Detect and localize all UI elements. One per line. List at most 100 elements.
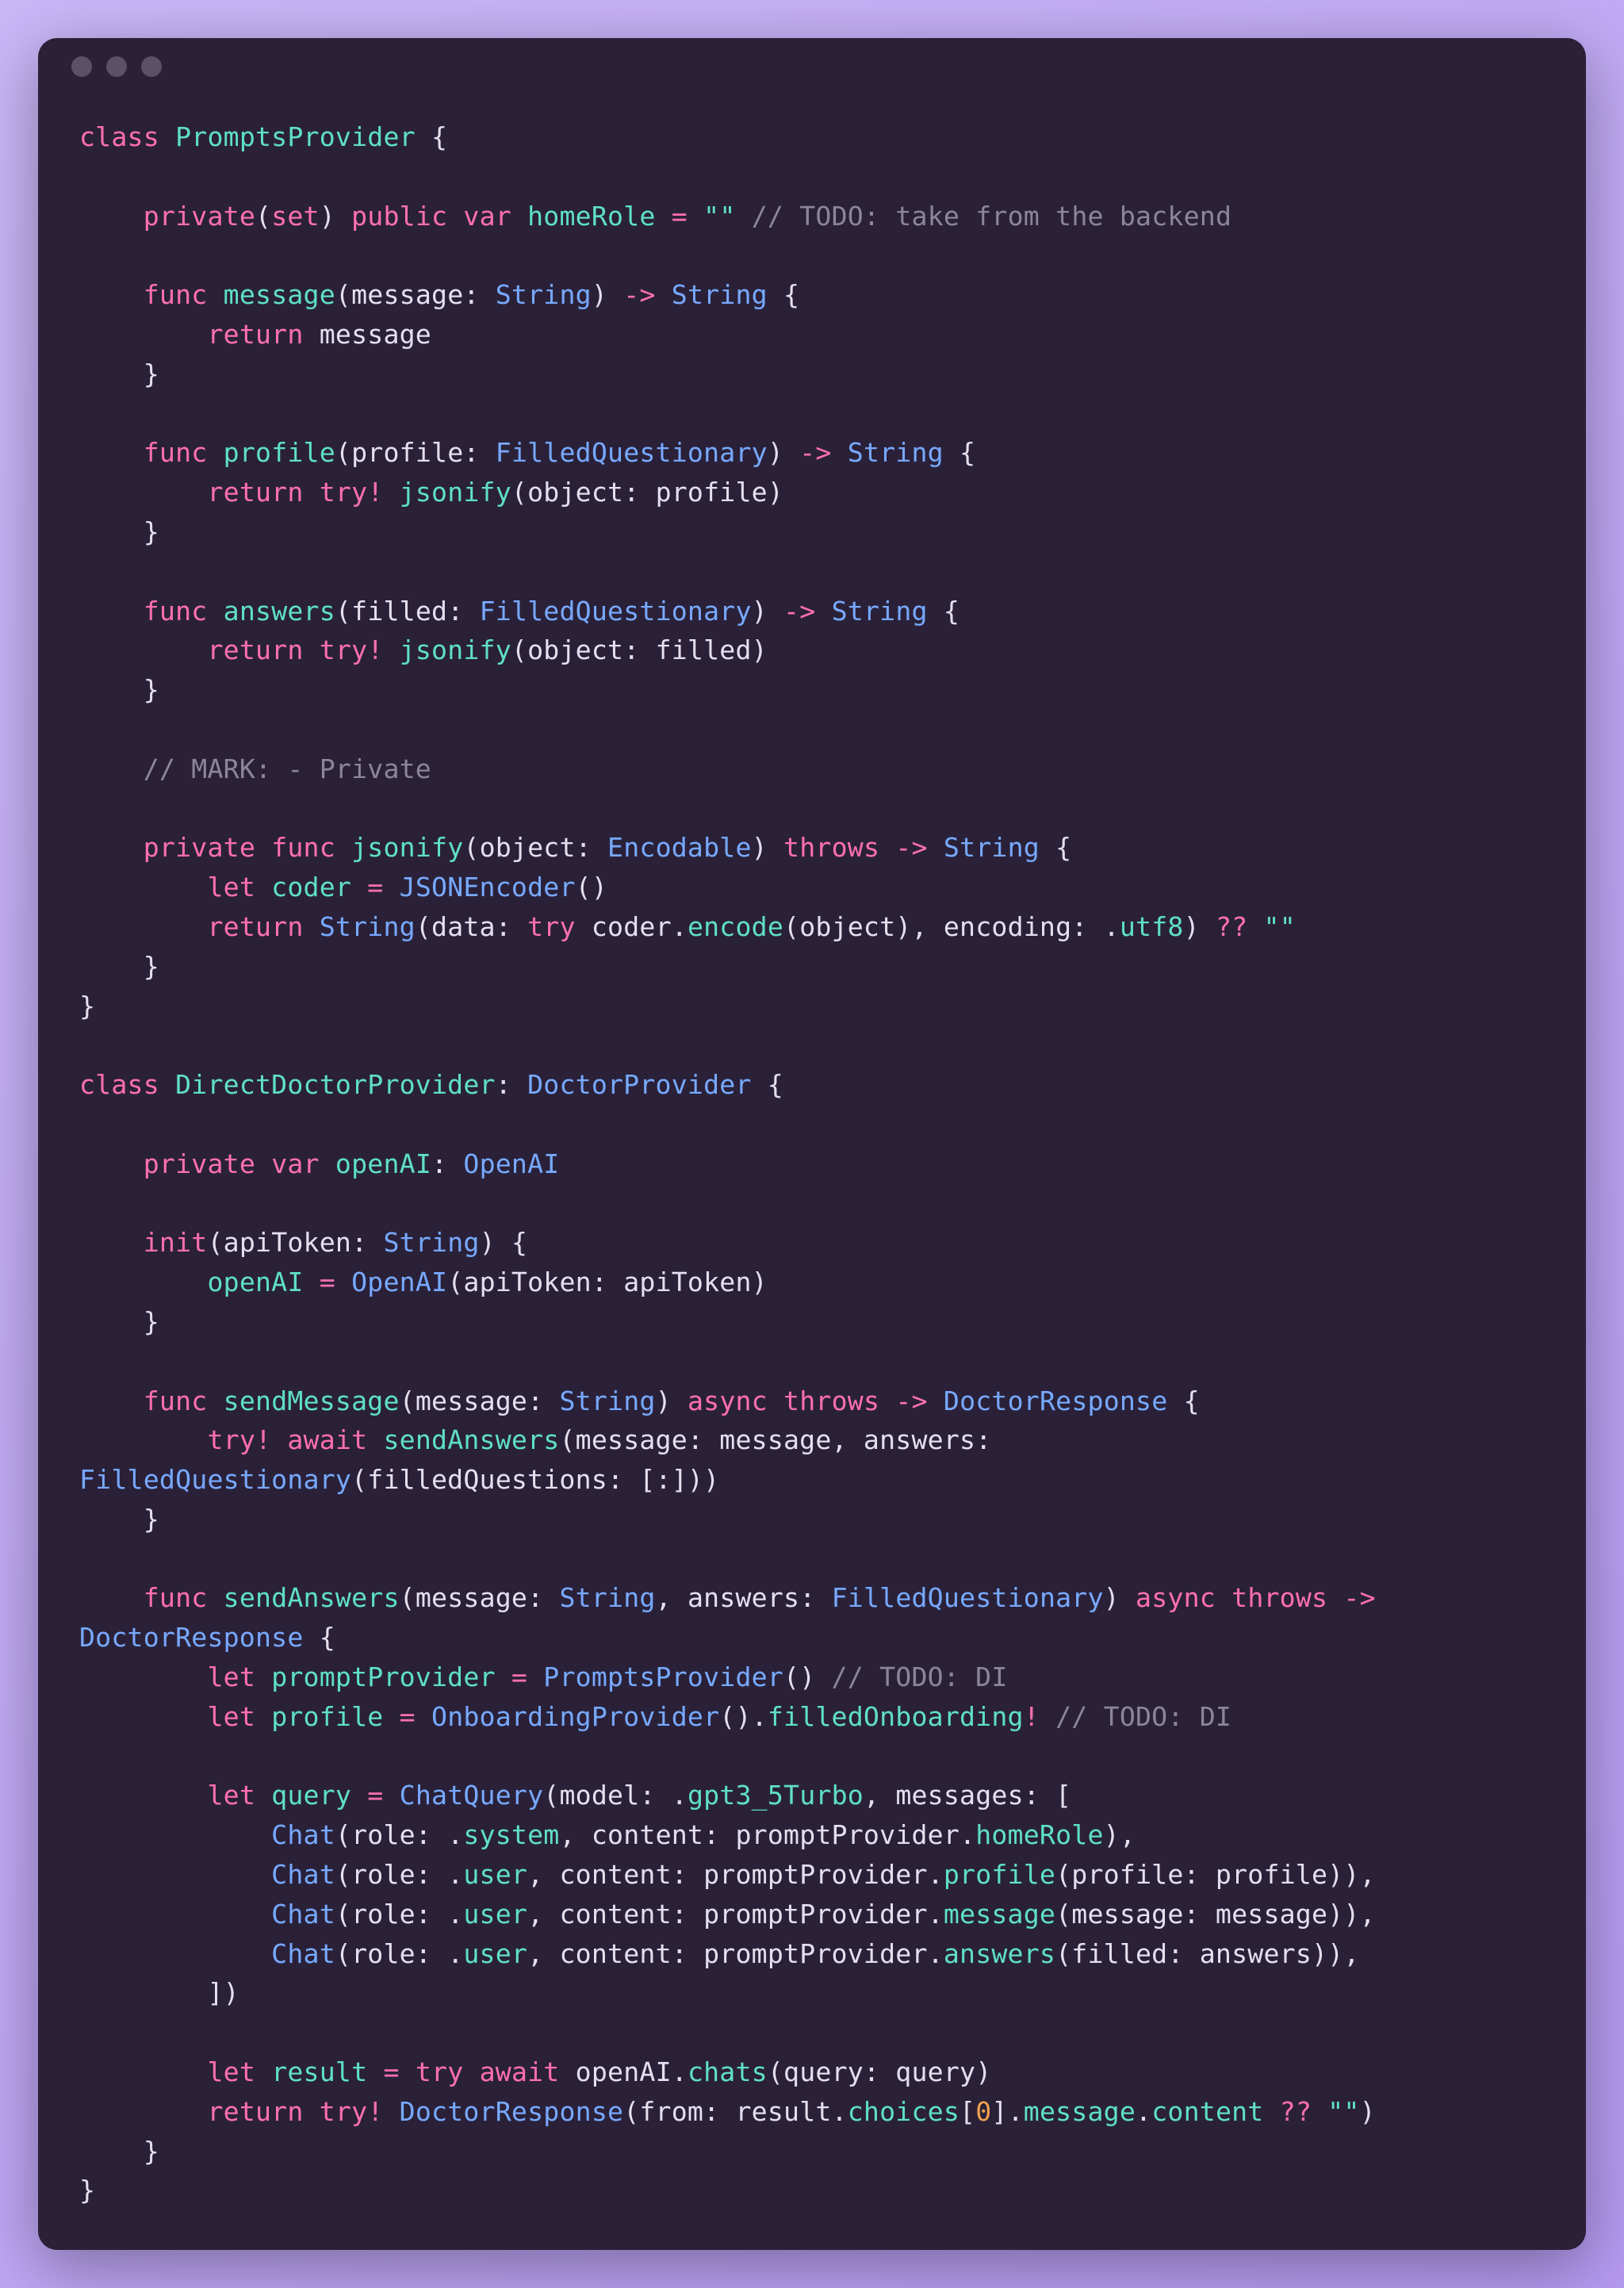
code-token: answers <box>224 596 335 627</box>
code-token: ( <box>447 1267 463 1297</box>
code-token: = <box>672 201 688 232</box>
code-token: var <box>463 201 511 232</box>
code-token <box>351 1780 367 1811</box>
code-token: // TODO: take from the backend <box>752 201 1231 232</box>
code-token: answers <box>864 1424 975 1455</box>
code-token: ?? <box>1280 2096 1312 2127</box>
window-titlebar <box>38 38 1586 95</box>
code-token: filledOnboarding <box>768 1701 1024 1732</box>
code-token: let <box>207 1661 255 1692</box>
code-token: : . <box>416 1938 464 1969</box>
code-token: ChatQuery <box>400 1780 544 1811</box>
code-token: func <box>144 596 208 627</box>
code-token: await <box>287 1424 367 1455</box>
code-token: : apiToken) <box>592 1267 768 1297</box>
code-token: : profile)), <box>1184 1859 1376 1890</box>
code-token <box>79 753 144 784</box>
close-icon[interactable] <box>71 56 92 77</box>
code-token: -> <box>895 832 927 863</box>
code-token: public <box>351 201 447 232</box>
code-token: async <box>688 1385 768 1416</box>
code-token: try <box>416 2056 464 2087</box>
code-token: { <box>416 121 447 152</box>
code-token <box>79 596 144 627</box>
code-token <box>1376 1582 1392 1613</box>
code-token: DoctorResponse <box>400 2096 624 2127</box>
code-token: ) <box>1360 2096 1376 2127</box>
code-token: PromptsProvider <box>543 1661 783 1692</box>
code-token <box>304 911 320 942</box>
code-token: ( <box>335 1859 351 1890</box>
code-token <box>335 832 351 863</box>
code-token: : . <box>416 1819 464 1850</box>
code-token: ( <box>335 437 351 468</box>
code-token: { <box>304 1622 335 1653</box>
code-token <box>367 2056 383 2087</box>
code-token: : <box>351 1227 383 1258</box>
code-token: ?? <box>1216 911 1247 942</box>
code-token: Chat <box>271 1859 335 1890</box>
code-token <box>271 1424 287 1455</box>
code-token: 0 <box>975 2096 991 2127</box>
code-editor-content[interactable]: class PromptsProvider { private(set) pub… <box>38 95 1586 2250</box>
code-token: func <box>271 832 335 863</box>
code-token <box>1327 1582 1343 1613</box>
code-token: user <box>463 1899 527 1930</box>
code-token: "" <box>1327 2096 1359 2127</box>
code-token <box>79 1819 271 1850</box>
code-token <box>255 872 271 903</box>
code-token: role <box>351 1938 416 1969</box>
code-token: String <box>559 1582 655 1613</box>
code-token: ( <box>416 911 431 942</box>
code-token: { <box>1167 1385 1199 1416</box>
code-token <box>879 832 895 863</box>
code-token: private <box>144 201 255 232</box>
code-token: user <box>463 1859 527 1890</box>
code-token <box>736 201 752 232</box>
code-token: Chat <box>271 1899 335 1930</box>
code-token: answers <box>688 1582 799 1613</box>
code-token <box>79 1899 271 1930</box>
code-token: role <box>351 1899 416 1930</box>
code-token: : <box>527 1385 559 1416</box>
code-token: ]) <box>79 1977 239 2008</box>
code-token: { <box>944 437 975 468</box>
code-token <box>159 1069 175 1100</box>
code-token <box>159 121 175 152</box>
code-token: jsonify <box>400 477 511 508</box>
code-token <box>207 437 223 468</box>
code-token: Chat <box>271 1819 335 1850</box>
code-token: } <box>79 1306 159 1337</box>
minimize-icon[interactable] <box>106 56 127 77</box>
code-token <box>79 437 144 468</box>
code-token: () <box>783 1661 832 1692</box>
code-token: ( <box>511 477 527 508</box>
code-token <box>383 872 399 903</box>
code-token: // MARK: - Private <box>144 753 431 784</box>
maximize-icon[interactable] <box>141 56 162 77</box>
code-token: role <box>351 1819 416 1850</box>
code-token: : promptProvider. <box>672 1899 944 1930</box>
code-token: ), <box>1104 1819 1136 1850</box>
code-token: let <box>207 1701 255 1732</box>
code-token: ( <box>351 1464 367 1495</box>
code-token: String <box>383 1227 479 1258</box>
code-token: , <box>864 1780 895 1811</box>
code-token: role <box>351 1859 416 1890</box>
code-token: ! <box>1024 1701 1040 1732</box>
code-token: message <box>576 1424 688 1455</box>
code-token <box>79 1780 207 1811</box>
code-token <box>511 201 527 232</box>
code-token <box>1263 2096 1279 2127</box>
code-token: sendAnswers <box>383 1424 559 1455</box>
code-token <box>79 911 207 942</box>
code-token: return <box>207 634 303 665</box>
code-token: String <box>832 596 928 627</box>
code-token <box>207 279 223 310</box>
code-token: : promptProvider. <box>672 1938 944 1969</box>
code-token: message <box>224 279 335 310</box>
code-token: ( <box>335 1938 351 1969</box>
code-token: DoctorProvider <box>527 1069 752 1100</box>
code-token: ) <box>1184 911 1216 942</box>
code-token: (object), <box>783 911 944 942</box>
